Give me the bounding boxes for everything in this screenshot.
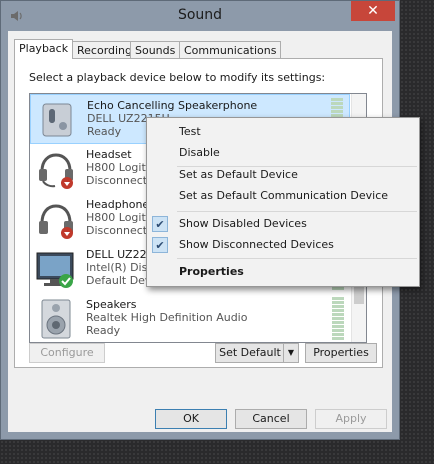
monitor-icon: [36, 252, 74, 288]
device-name: DELL UZ221: [86, 248, 154, 261]
checkmark-icon: ✔: [152, 237, 168, 253]
set-default-label: Set Default: [219, 346, 281, 359]
device-description: H800 Logite: [86, 211, 153, 224]
cancel-button[interactable]: Cancel: [235, 409, 307, 429]
speakers-icon: [41, 299, 71, 339]
menu-item-test[interactable]: Test: [147, 122, 417, 142]
menu-item-label: Set as Default Communication Device: [179, 189, 389, 202]
set-default-button[interactable]: Set Default ▼: [215, 343, 299, 363]
menu-item-label: Properties: [179, 265, 244, 278]
set-default-dropdown-arrow[interactable]: ▼: [283, 344, 298, 362]
volume-meter: [332, 297, 344, 341]
speakerphone-icon: [42, 103, 72, 137]
device-description: Intel(R) Disp: [86, 261, 155, 274]
menu-separator: [177, 258, 417, 259]
headphones-icon: [39, 204, 73, 239]
apply-button[interactable]: Apply: [315, 409, 387, 429]
device-description: H800 Logite: [86, 161, 153, 174]
ok-button[interactable]: OK: [155, 409, 227, 429]
close-button[interactable]: ✕: [351, 1, 395, 21]
menu-separator: [177, 211, 417, 212]
instruction-text: Select a playback device below to modify…: [29, 71, 326, 84]
menu-item-label: Set as Default Device: [179, 168, 298, 181]
menu-item-properties[interactable]: Properties: [147, 262, 417, 282]
device-name: Speakers: [86, 298, 137, 311]
title-bar[interactable]: Sound ✕: [1, 1, 399, 31]
menu-item-set-default-device[interactable]: Set as Default Device: [147, 165, 417, 185]
properties-button[interactable]: Properties: [305, 343, 377, 363]
tab-recording[interactable]: Recording: [72, 41, 138, 59]
menu-item-disable[interactable]: Disable: [147, 143, 417, 163]
device-name: Headset: [86, 148, 132, 161]
device-status: Disconnect: [86, 174, 148, 187]
device-name: Headphone: [86, 198, 150, 211]
tab-playback[interactable]: Playback: [14, 39, 74, 59]
device-item-speakers[interactable]: Speakers Realtek High Definition Audio R…: [30, 294, 350, 342]
menu-item-label: Test: [179, 125, 201, 138]
device-status: Disconnect: [86, 224, 148, 237]
menu-item-set-default-communication-device[interactable]: Set as Default Communication Device: [147, 186, 417, 206]
window-title: Sound: [177, 7, 223, 23]
menu-item-show-disabled-devices[interactable]: ✔ Show Disabled Devices: [147, 214, 417, 234]
menu-item-show-disconnected-devices[interactable]: ✔ Show Disconnected Devices: [147, 235, 417, 255]
menu-item-label: Show Disabled Devices: [179, 217, 307, 230]
device-status: Ready: [86, 324, 121, 337]
menu-item-label: Disable: [179, 146, 220, 159]
menu-item-label: Show Disconnected Devices: [179, 238, 334, 251]
device-name: Echo Cancelling Speakerphone: [87, 99, 258, 112]
device-context-menu: Test Disable Set as Default Device Set a…: [146, 117, 420, 287]
checkmark-icon: ✔: [152, 216, 168, 232]
tab-sounds[interactable]: Sounds: [130, 41, 181, 59]
configure-button[interactable]: Configure: [29, 343, 105, 363]
tab-communications[interactable]: Communications: [179, 41, 282, 59]
headset-icon: [39, 153, 73, 189]
device-description: Realtek High Definition Audio: [86, 311, 248, 324]
device-status: Ready: [87, 125, 122, 138]
